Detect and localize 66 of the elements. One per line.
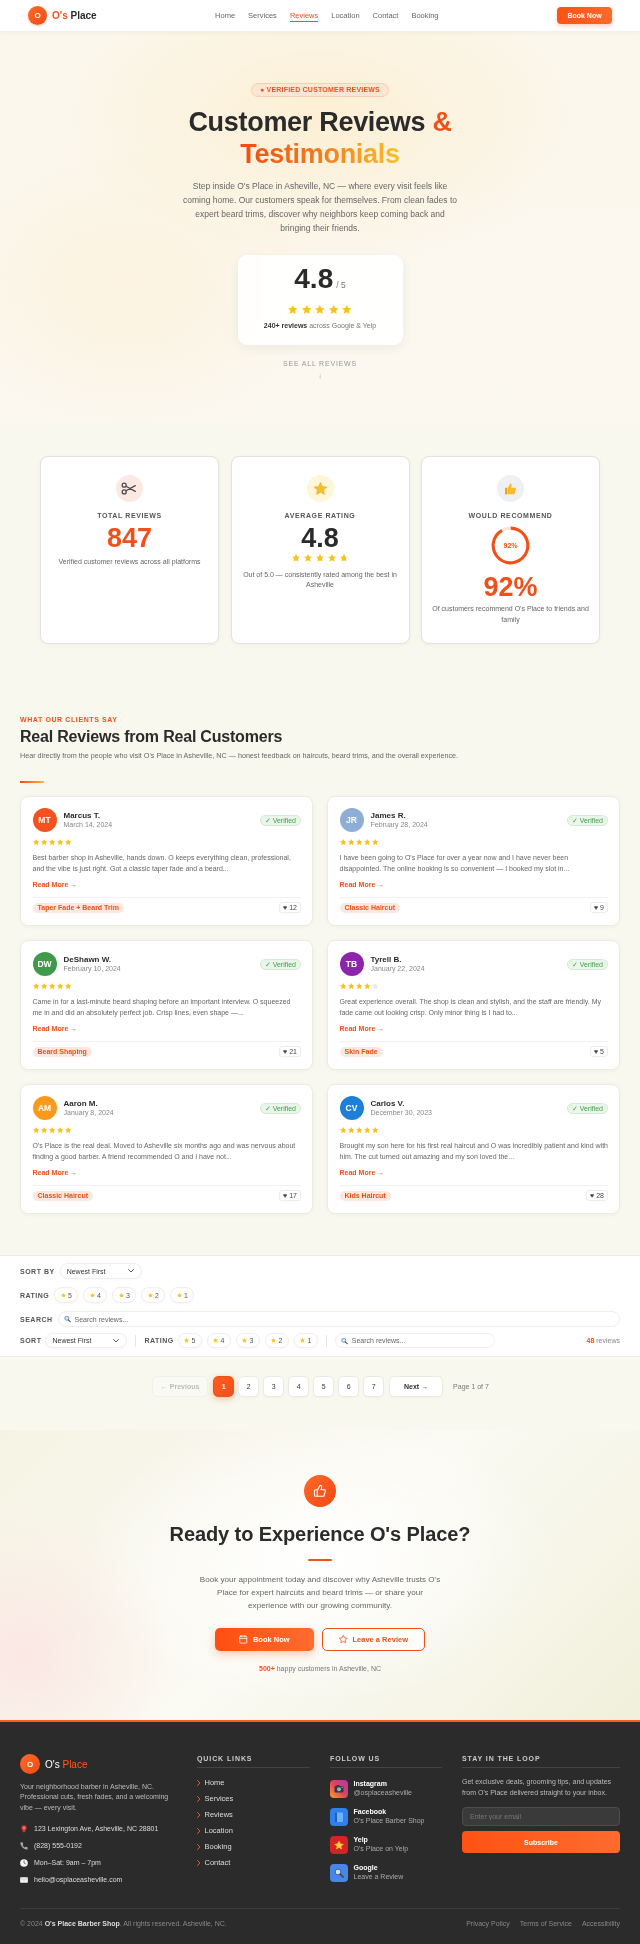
chevron-right-icon xyxy=(197,1859,201,1866)
star-icon xyxy=(60,1292,66,1298)
chevron-right-icon xyxy=(197,1843,201,1850)
search-icon[interactable] xyxy=(330,1863,348,1882)
star-icon xyxy=(271,1338,277,1343)
star-icon xyxy=(292,554,300,562)
stat-value: 92% xyxy=(483,572,538,602)
star-icon xyxy=(328,554,336,562)
star-icon xyxy=(147,1292,153,1298)
scissors-icon xyxy=(116,475,143,502)
hero-title: Customer Reviews & Testimonials xyxy=(187,106,453,170)
star-icon xyxy=(342,305,352,314)
chevron-down-icon xyxy=(113,1338,120,1343)
phone-icon xyxy=(20,1841,28,1850)
star-icon xyxy=(242,1338,248,1343)
reviewer-name: DeShawn W. xyxy=(63,955,113,965)
star-icon xyxy=(328,305,339,314)
star-icon xyxy=(89,1292,95,1298)
reviewer-name: James R. xyxy=(370,811,407,821)
star-icon xyxy=(315,305,325,314)
star-icon xyxy=(288,305,298,314)
search-icon xyxy=(340,1337,348,1344)
avatar: TB xyxy=(339,952,364,976)
reviewer-name: Tyrell B. xyxy=(370,955,403,965)
calendar-icon xyxy=(239,1635,248,1644)
clock-icon xyxy=(20,1858,28,1867)
camera-icon[interactable] xyxy=(330,1779,348,1798)
cta-title: Ready to Experience O's Place? xyxy=(169,1522,471,1546)
envelope-icon xyxy=(20,1876,28,1883)
avatar: CV xyxy=(339,1096,364,1120)
chevron-right-icon xyxy=(197,1795,201,1802)
avatar: MT xyxy=(32,808,57,832)
chevron-right-icon xyxy=(197,1779,201,1786)
chevron-right-icon xyxy=(197,1827,201,1834)
thumbs-up-icon xyxy=(304,1475,336,1507)
chevron-right-icon xyxy=(197,1811,201,1818)
star-icon xyxy=(118,1292,124,1298)
stat-value: 847 xyxy=(106,523,153,553)
star-icon xyxy=(300,1338,306,1343)
map-pin-icon xyxy=(20,1824,28,1833)
book-icon[interactable] xyxy=(330,1807,348,1826)
brand-name[interactable]: O's Place xyxy=(45,1758,88,1770)
star-icon xyxy=(213,1338,219,1343)
avatar: JR xyxy=(339,808,364,832)
reviewer-name: Aaron M. xyxy=(63,1099,99,1109)
star-icon xyxy=(316,554,324,562)
cta-description: Book your appointment today and discover why Asheville trusts O's Place for expert haircuts and beard trims — or share your experience with our growing community. xyxy=(199,1573,441,1612)
star-icon xyxy=(176,1292,182,1298)
star-icon xyxy=(304,554,312,562)
avatar: DW xyxy=(32,952,57,976)
reviewer-name: Marcus T. xyxy=(63,811,101,821)
chevron-down-icon xyxy=(127,1269,134,1273)
brand-name[interactable]: O's Place xyxy=(52,10,97,21)
star-icon xyxy=(301,305,312,314)
stat-value: 4.8 xyxy=(301,523,339,553)
star-icon xyxy=(184,1338,190,1343)
rating-scale: / 5 xyxy=(336,280,346,290)
search-icon xyxy=(63,1315,71,1323)
star-icon xyxy=(339,1635,348,1644)
rating-score: 4.8 xyxy=(294,264,334,294)
star-icon xyxy=(340,554,348,562)
thumbs-up-icon xyxy=(497,475,524,502)
section-title: Real Reviews from Real Customers xyxy=(20,727,284,747)
reviewer-name: Carlos V. xyxy=(370,1099,406,1109)
hero-description: Step inside O's Place in Asheville, NC — where every visit feels like coming home. Our customers speak for themselves. From clean fades to expert beard trims, discover why neighbors keep coming back and bringing their friends. xyxy=(182,180,458,235)
avatar: AM xyxy=(32,1096,57,1120)
